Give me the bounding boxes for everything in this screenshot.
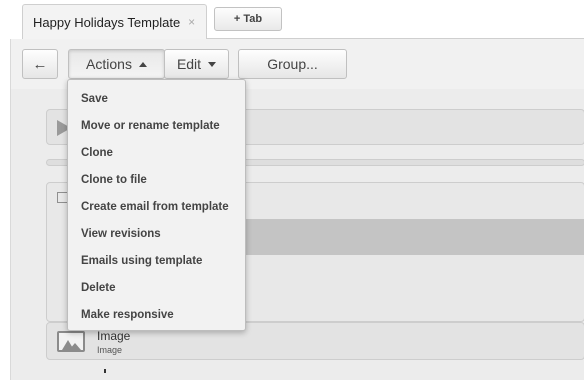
image-block-subtitle: Image xyxy=(97,345,123,355)
add-tab-button[interactable]: + Tab xyxy=(214,7,282,31)
arrow-left-icon: ← xyxy=(32,55,48,73)
image-block-title: Image xyxy=(97,329,131,343)
menu-item-save[interactable]: Save xyxy=(68,86,245,113)
menu-item-clone[interactable]: Clone xyxy=(68,140,245,167)
group-label: Group... xyxy=(267,56,318,72)
image-icon xyxy=(57,331,85,352)
menu-item-clone-to-file[interactable]: Clone to file xyxy=(68,167,245,194)
actions-label: Actions xyxy=(86,56,132,72)
image-icon-mountain-small xyxy=(69,343,81,350)
cursor-mark xyxy=(104,369,106,373)
menu-item-move-or-rename-template[interactable]: Move or rename template xyxy=(68,113,245,140)
actions-dropdown-menu: Save Move or rename template Clone Clone… xyxy=(67,79,246,331)
edit-label: Edit xyxy=(176,56,202,72)
group-button[interactable]: Group... xyxy=(238,49,347,79)
tab-happy-holidays-template[interactable]: Happy Holidays Template × xyxy=(22,4,207,39)
menu-item-emails-using-template[interactable]: Emails using template xyxy=(68,248,245,275)
menu-item-view-revisions[interactable]: View revisions xyxy=(68,221,245,248)
caret-up-icon xyxy=(138,61,147,67)
tab-label: Happy Holidays Template xyxy=(33,14,181,30)
back-button[interactable]: ← xyxy=(22,49,58,79)
menu-item-delete[interactable]: Delete xyxy=(68,275,245,302)
edit-button[interactable]: Edit xyxy=(164,49,229,79)
close-icon[interactable]: × xyxy=(188,15,195,29)
menu-item-make-responsive[interactable]: Make responsive xyxy=(68,302,245,329)
caret-down-icon xyxy=(208,61,217,67)
actions-button[interactable]: Actions xyxy=(68,49,165,79)
tab-strip: Happy Holidays Template × + Tab xyxy=(0,0,584,40)
menu-item-create-email-from-template[interactable]: Create email from template xyxy=(68,194,245,221)
